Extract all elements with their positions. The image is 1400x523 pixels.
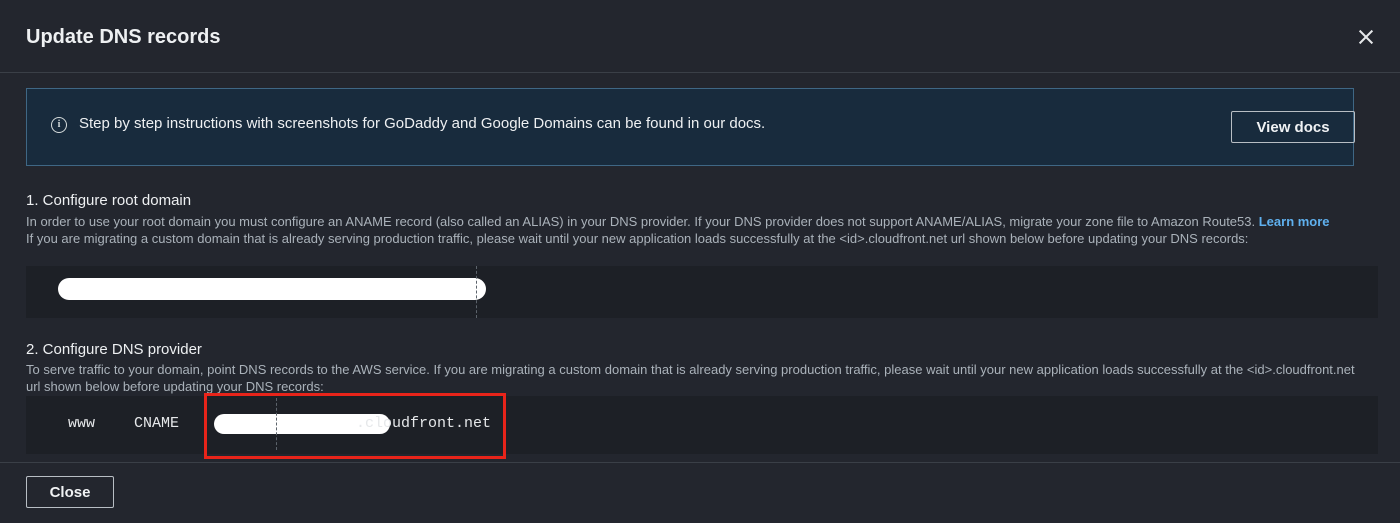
learn-more-link[interactable]: Learn more xyxy=(1259,214,1330,229)
modal-title: Update DNS records xyxy=(26,26,221,48)
section-dns-provider-desc: To serve traffic to your domain, point D… xyxy=(26,362,1355,394)
highlight-annotation xyxy=(204,393,506,459)
root-domain-desc-note: If you are migrating a custom domain tha… xyxy=(26,231,1249,246)
update-dns-modal: Update DNS records i Step by step instru… xyxy=(0,0,1400,523)
section-root-domain-desc: In order to use your root domain you mus… xyxy=(26,213,1371,247)
info-circle-icon: i xyxy=(51,117,67,133)
footer-divider xyxy=(0,462,1400,463)
column-divider xyxy=(476,266,477,318)
redacted-root-domain-value xyxy=(58,278,486,300)
section-dns-provider-title: 2. Configure DNS provider xyxy=(26,341,202,358)
info-alert: i Step by step instructions with screens… xyxy=(26,88,1355,166)
section-root-domain-title: 1. Configure root domain xyxy=(26,192,192,209)
info-text: Step by step instructions with screensho… xyxy=(79,115,766,132)
close-button[interactable]: Close xyxy=(26,476,114,508)
root-domain-record-row xyxy=(26,266,1378,318)
close-x-icon[interactable] xyxy=(1350,22,1380,52)
root-domain-desc-text: In order to use your root domain you mus… xyxy=(26,214,1256,229)
view-docs-button[interactable]: View docs xyxy=(1231,111,1355,143)
modal-header: Update DNS records xyxy=(0,0,1400,73)
record-host: www xyxy=(68,415,96,432)
record-type: CNAME xyxy=(134,415,180,432)
